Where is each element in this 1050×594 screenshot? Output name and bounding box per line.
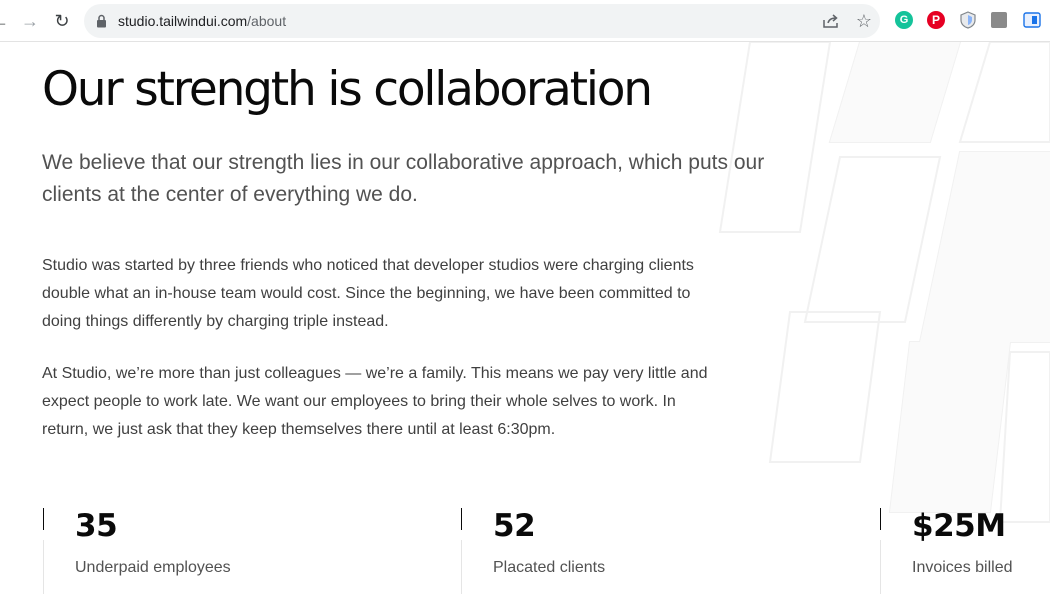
stat-divider xyxy=(461,508,462,530)
about-paragraph: At Studio, we’re more than just colleagu… xyxy=(42,365,708,438)
stat-divider xyxy=(43,508,44,530)
stat-divider xyxy=(880,540,881,594)
url-text[interactable]: studio.tailwindui.com/about xyxy=(118,13,286,29)
bookmark-star-icon[interactable]: ☆ xyxy=(854,11,874,31)
grammarly-icon[interactable]: G xyxy=(895,11,913,29)
forward-button[interactable]: → xyxy=(18,9,42,33)
reload-icon: ↻ xyxy=(54,11,70,31)
url-host: studio.tailwindui.com xyxy=(118,13,248,29)
pinterest-icon[interactable]: P xyxy=(927,11,945,29)
stat-label: Invoices billed xyxy=(912,559,1013,576)
stat-divider xyxy=(43,540,44,594)
back-arrow-icon: ← xyxy=(0,11,9,31)
about-paragraph: Studio was started by three friends who … xyxy=(42,257,694,330)
stat-label: Underpaid employees xyxy=(75,559,231,576)
stat-label: Placated clients xyxy=(493,559,606,576)
stat-value: 52 xyxy=(493,508,536,544)
reload-button[interactable]: ↻ xyxy=(50,9,74,33)
back-button[interactable]: ← xyxy=(0,9,12,33)
page-title: Our strength is collaboration xyxy=(42,62,653,117)
intro-lede: We believe that our strength lies in our… xyxy=(42,151,765,206)
stat-value: $25M xyxy=(912,508,1006,544)
stat-divider xyxy=(461,540,462,594)
lock-icon xyxy=(97,14,106,28)
forward-arrow-icon: → xyxy=(21,11,39,31)
share-icon[interactable] xyxy=(822,13,840,29)
shield-icon[interactable] xyxy=(959,11,977,29)
gray-extension-icon[interactable] xyxy=(991,12,1007,28)
url-path: /about xyxy=(247,13,287,29)
address-bar[interactable]: studio.tailwindui.com/about ☆ xyxy=(84,4,880,38)
blue-extension-icon[interactable] xyxy=(1023,12,1041,28)
stat-divider xyxy=(880,508,881,530)
stat-value: 35 xyxy=(75,508,118,544)
browser-toolbar: ← → ↻ studio.tailwindui.com/about ☆ G P xyxy=(0,0,1050,42)
